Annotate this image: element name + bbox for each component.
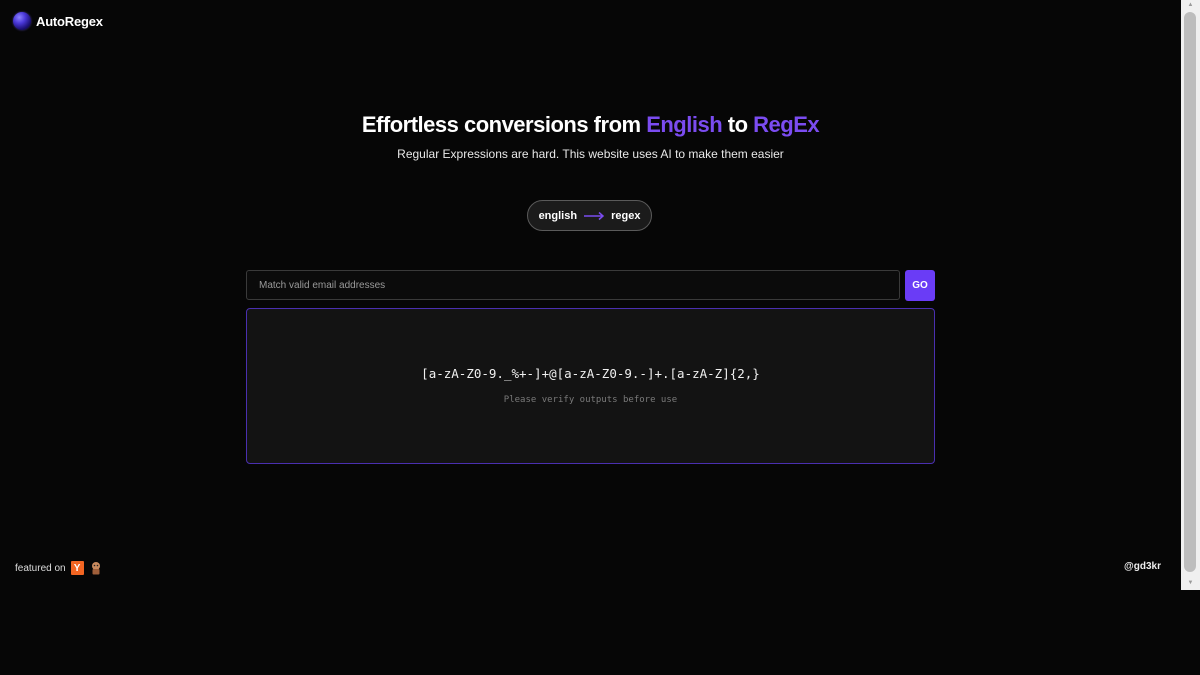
go-button[interactable]: GO (905, 270, 935, 301)
verify-note: Please verify outputs before use (503, 395, 678, 405)
featured-on: featured on Y (15, 561, 103, 575)
product-hunt-icon[interactable] (89, 561, 103, 575)
author-handle-link[interactable]: @gd3kr (1124, 561, 1161, 572)
mode-toggle-button[interactable]: english regex (527, 200, 652, 231)
scroll-thumb[interactable] (1184, 12, 1196, 572)
title-prefix: Effortless conversions from (361, 112, 647, 137)
brand[interactable]: AutoRegex (13, 12, 103, 30)
featured-label: featured on (15, 562, 66, 574)
title-accent-regex: RegEx (753, 112, 820, 137)
scroll-down-arrow-icon[interactable]: ▼ (1187, 580, 1194, 586)
title-accent-english: English (646, 112, 723, 137)
regex-output-panel: [a-zA-Z0-9._%+-]+@[a-zA-Z0-9.-]+.[a-zA-Z… (246, 308, 935, 464)
mode-from-label: english (538, 209, 578, 222)
long-arrow-right-icon (584, 211, 605, 220)
title-mid: to (722, 112, 754, 137)
ycombinator-icon[interactable]: Y (70, 561, 84, 575)
page-subtitle: Regular Expressions are hard. This websi… (397, 147, 784, 161)
scroll-up-arrow-icon[interactable]: ▲ (1187, 2, 1194, 8)
brand-name: AutoRegex (36, 13, 103, 29)
page-title: Effortless conversions from English to R… (0, 112, 1181, 138)
logo-orb-icon (13, 12, 31, 30)
prompt-input[interactable] (246, 270, 900, 300)
mode-to-label: regex (611, 209, 641, 222)
regex-output-text[interactable]: [a-zA-Z0-9._%+-]+@[a-zA-Z0-9.-]+.[a-zA-Z… (247, 366, 934, 381)
page: AutoRegex Effortless conversions from En… (0, 0, 1181, 590)
page-bottom-area (0, 590, 1200, 675)
scrollbar[interactable]: ▲ ▼ (1181, 0, 1200, 590)
